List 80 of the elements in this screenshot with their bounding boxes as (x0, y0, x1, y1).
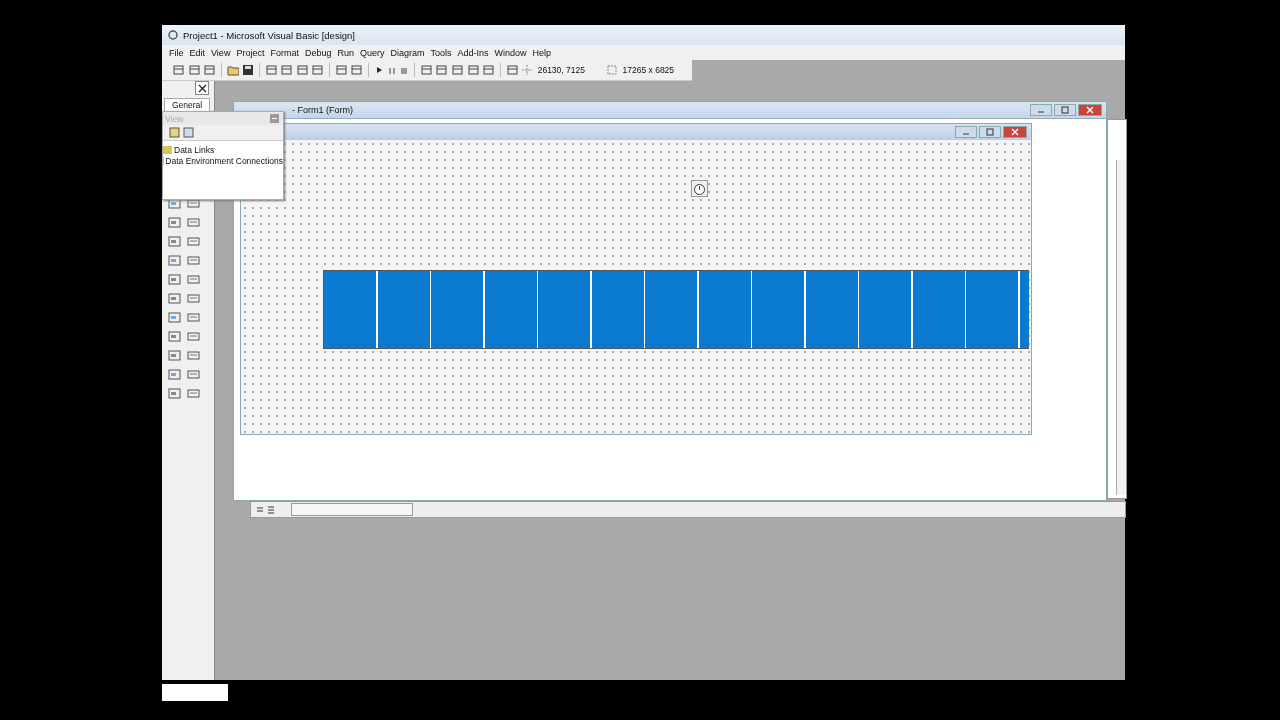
menu-item[interactable]: Edit (189, 47, 206, 58)
connection-icon[interactable] (183, 127, 194, 138)
position-reading: 26130, 7125 (537, 65, 585, 75)
toolbox-icon[interactable] (187, 330, 200, 343)
maximize-icon (986, 128, 994, 136)
menu-item[interactable]: Project (236, 47, 265, 58)
toolbox-icon[interactable] (187, 387, 200, 400)
code-window-title: - Form1 (Form) (292, 105, 353, 115)
minimize-button[interactable] (955, 126, 977, 138)
maximize-button[interactable] (979, 126, 1001, 138)
menu-item[interactable]: Format (270, 47, 299, 58)
tool-icon[interactable] (295, 64, 309, 76)
toolbox-icon[interactable] (187, 197, 200, 210)
menu-item[interactable]: Diagram (390, 47, 425, 58)
toolbox-icon[interactable] (187, 368, 200, 381)
toolbox-icon[interactable] (168, 254, 181, 267)
toolbox-icon[interactable] (187, 254, 200, 267)
size-reading: 17265 x 6825 (622, 65, 675, 75)
position-icon (521, 64, 533, 76)
control-array[interactable] (323, 270, 1029, 349)
toolbox-icon[interactable] (168, 368, 181, 381)
toolbox-icon[interactable] (187, 292, 200, 305)
tool-icon[interactable] (450, 64, 464, 76)
toolbox-icon[interactable] (168, 273, 181, 286)
menu-item[interactable]: File (169, 47, 184, 58)
toolbox-icon[interactable] (168, 330, 181, 343)
toolbox-icon[interactable] (168, 292, 181, 305)
tree-item[interactable]: Data Links (163, 144, 283, 155)
menu-item[interactable]: Tools (430, 47, 452, 58)
tool-icon[interactable] (187, 64, 201, 76)
toolbox-icon[interactable] (168, 387, 181, 400)
app-icon (167, 29, 179, 41)
maximize-icon (1061, 106, 1069, 114)
view-icon[interactable] (266, 504, 276, 515)
menu-item[interactable]: Run (337, 47, 354, 58)
tool-icon[interactable] (203, 64, 216, 76)
toolbox-icon[interactable] (187, 235, 200, 248)
toolbox-icon[interactable] (168, 216, 181, 229)
tree-item[interactable]: Data Environment Connections (163, 155, 283, 166)
pin-icon[interactable] (270, 114, 279, 123)
close-icon (1011, 128, 1019, 136)
close-icon (197, 83, 207, 93)
tool-icon[interactable] (435, 64, 448, 76)
toolbox-icon[interactable] (187, 349, 200, 362)
close-icon (1086, 106, 1094, 114)
tool-icon[interactable] (311, 64, 324, 76)
tool-icon[interactable] (280, 64, 293, 76)
view-icon[interactable] (255, 504, 265, 515)
timer-icon[interactable] (691, 180, 708, 197)
close-button[interactable] (195, 81, 209, 95)
window-title: Project1 - Microsoft Visual Basic [design] (183, 29, 355, 41)
toolbox-icon[interactable] (187, 216, 200, 229)
data-link-icon[interactable] (169, 127, 180, 138)
toolbox-icon[interactable] (187, 273, 200, 286)
toolbox-icon[interactable] (168, 349, 181, 362)
menu-item[interactable]: Window (494, 47, 527, 58)
horizontal-scrollbar[interactable] (250, 501, 1126, 518)
tool-icon[interactable] (505, 64, 519, 76)
toolbox-icon[interactable] (168, 197, 181, 210)
menu-item[interactable]: View (211, 47, 231, 58)
menu-item[interactable]: Add-Ins (457, 47, 489, 58)
tool-icon[interactable] (172, 64, 185, 76)
minimize-button[interactable] (1030, 104, 1052, 116)
tool-icon[interactable] (334, 64, 348, 76)
tool-icon[interactable] (264, 64, 278, 76)
tool-icon[interactable] (419, 64, 433, 76)
tool-icon[interactable] (482, 64, 495, 76)
tool-icon[interactable] (350, 64, 363, 76)
toolbox-icon[interactable] (168, 235, 181, 248)
tool-icon[interactable] (466, 64, 480, 76)
menu-item[interactable]: Help (532, 47, 552, 58)
menu-item[interactable]: Query (359, 47, 385, 58)
folder-icon[interactable] (226, 64, 240, 76)
toolbox-tab[interactable]: General (164, 98, 210, 111)
size-icon (605, 64, 618, 76)
maximize-button[interactable] (1054, 104, 1076, 116)
menu-item[interactable]: Debug (304, 47, 332, 58)
save-icon[interactable] (242, 64, 254, 76)
toolbox-icon[interactable] (168, 311, 181, 324)
toolbox-icon[interactable] (187, 311, 200, 324)
